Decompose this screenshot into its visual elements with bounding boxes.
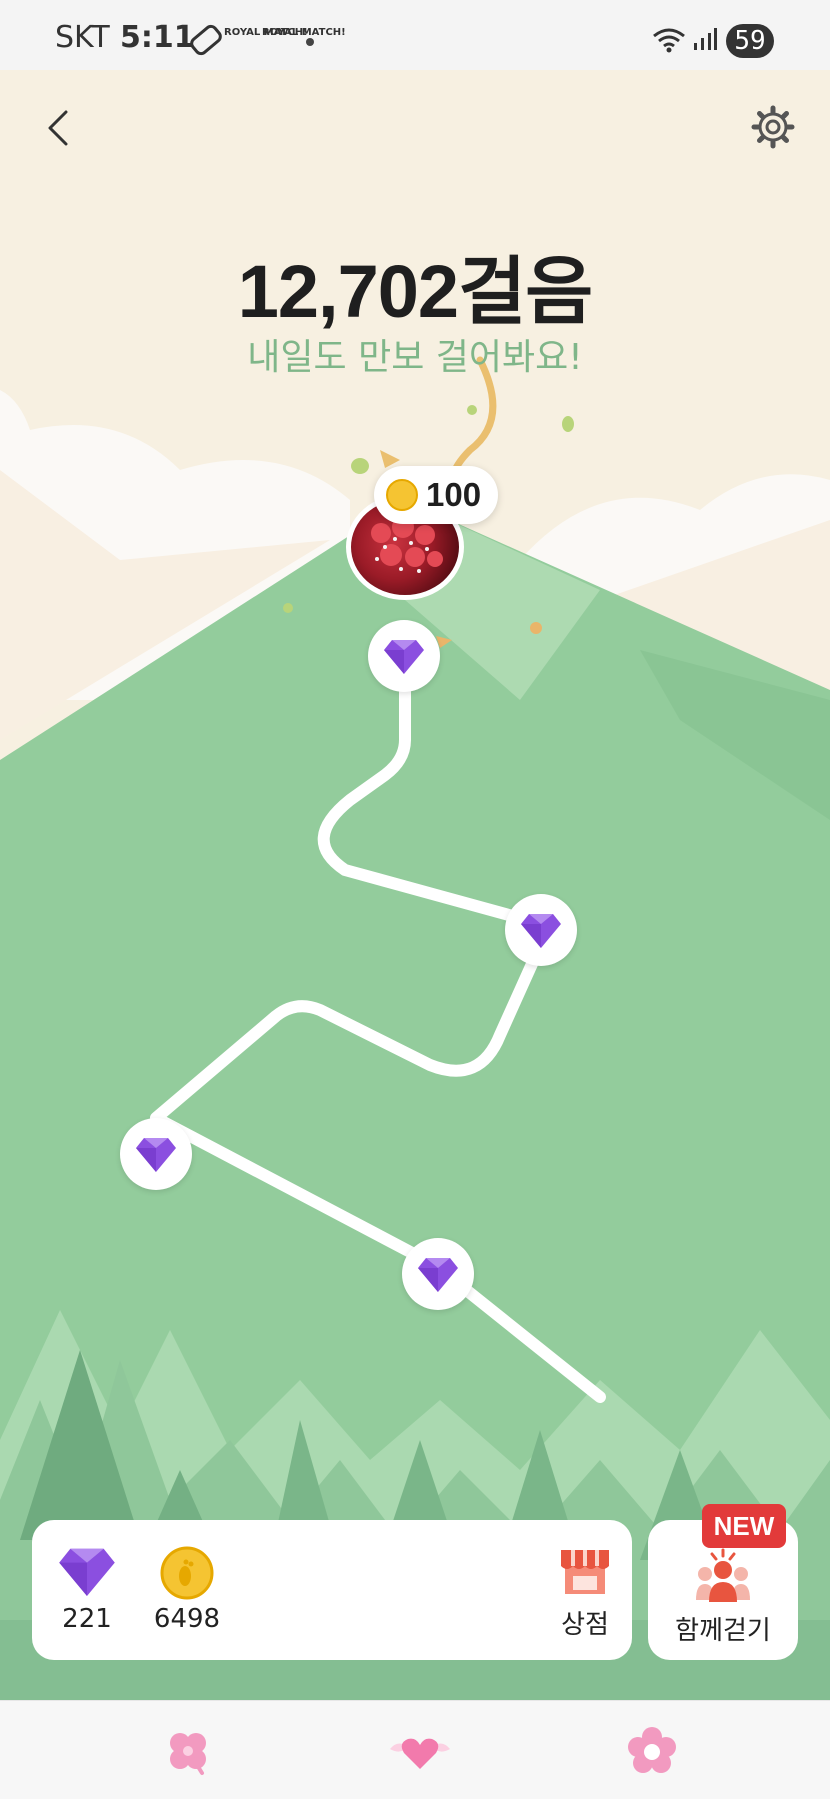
gem-icon xyxy=(384,640,424,674)
gem-count: 221 xyxy=(62,1604,112,1634)
coin-count: 6498 xyxy=(153,1604,221,1634)
flower-icon[interactable] xyxy=(626,1725,678,1777)
step-count: 12,702걸음 xyxy=(237,250,594,333)
gem-icon xyxy=(136,1138,176,1172)
back-button[interactable] xyxy=(40,108,80,148)
clover-icon[interactable] xyxy=(162,1725,214,1777)
notification-dot-icon xyxy=(306,38,314,46)
gear-icon[interactable] xyxy=(750,104,796,150)
shop-button[interactable]: 상점 xyxy=(540,1546,630,1641)
path-node-gem[interactable] xyxy=(505,894,577,966)
battery-indicator: 59 xyxy=(726,24,774,58)
gem-balance[interactable]: 221 xyxy=(42,1546,132,1634)
path-node-gem[interactable] xyxy=(120,1118,192,1190)
coin-reward-bubble[interactable]: 100 xyxy=(374,466,498,524)
wifi-icon xyxy=(653,28,685,53)
path-node-gem[interactable] xyxy=(368,620,440,692)
path-node-gem[interactable] xyxy=(402,1238,474,1310)
signal-icon xyxy=(694,28,717,50)
wallet-card: 221 6498 상점 xyxy=(32,1520,632,1660)
shop-label: 상점 xyxy=(561,1610,609,1640)
clock: 5:11 xyxy=(120,20,195,55)
gem-icon xyxy=(521,914,561,948)
new-badge: NEW xyxy=(702,1504,786,1548)
app-badge-royal-match: ROYAL MATCH! xyxy=(262,27,346,38)
carrier-label: SKT xyxy=(55,20,110,55)
walk-together-label: 함께걷기 xyxy=(675,1616,771,1646)
coin-balance[interactable]: 6498 xyxy=(142,1546,232,1634)
gem-icon xyxy=(418,1258,458,1292)
gem-icon xyxy=(59,1548,115,1596)
group-walk-icon xyxy=(696,1548,750,1602)
footprint-coin-icon xyxy=(160,1546,214,1600)
encouragement-message: 내일도 만보 걸어봐요! xyxy=(247,337,583,378)
store-icon xyxy=(561,1550,609,1594)
bottom-tab-bar xyxy=(0,1700,830,1799)
coin-icon xyxy=(386,479,418,511)
coin-reward-amount: 100 xyxy=(426,476,482,513)
status-bar: SKT 5:11 ROYAL MATCH! ROYAL MATCH! 59 xyxy=(0,0,830,70)
heart-wings-icon[interactable] xyxy=(388,1725,452,1777)
